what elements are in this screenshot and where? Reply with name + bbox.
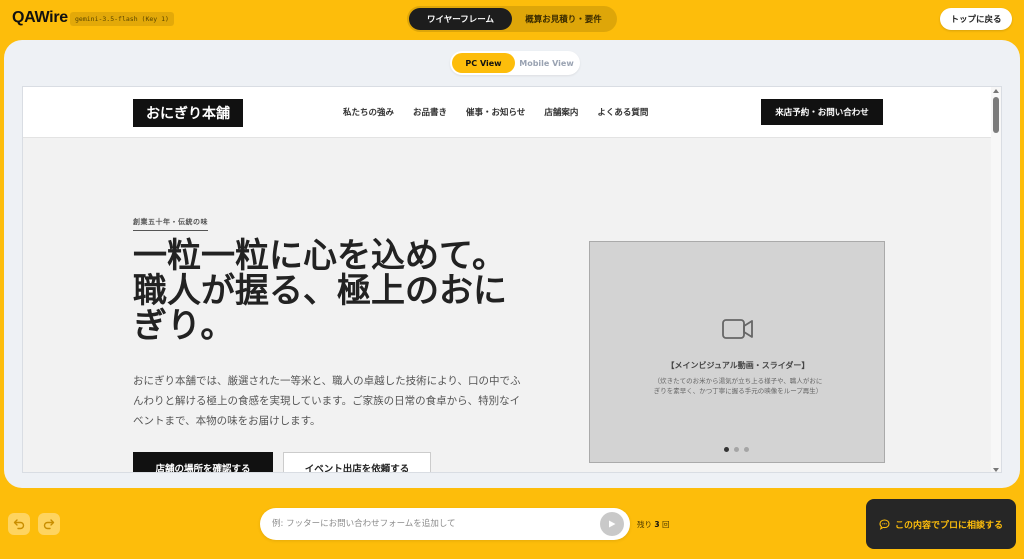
redo-button[interactable] <box>38 513 60 535</box>
send-button[interactable] <box>600 512 624 536</box>
scroll-up-icon[interactable] <box>993 89 999 93</box>
find-store-button[interactable]: 店舗の場所を確認する <box>133 452 273 472</box>
remaining-count: 残り 3 回 <box>637 519 670 530</box>
view-toggle: PC View Mobile View <box>450 51 580 75</box>
undo-button[interactable] <box>8 513 30 535</box>
chat-input[interactable] <box>272 508 592 540</box>
undo-icon <box>13 519 25 530</box>
headline-line: 職人が握る、極上のおに <box>133 271 507 311</box>
remaining-number: 3 <box>654 520 660 529</box>
video-camera-icon <box>722 319 753 339</box>
send-icon <box>609 520 616 528</box>
tab-wireframe[interactable]: ワイヤーフレーム <box>409 8 512 30</box>
lead-line: ベントまで、本物の味をお届けします。 <box>133 415 321 427</box>
slider-dot[interactable] <box>724 447 729 452</box>
media-desc-line: （炊きたてのお米から湯気が立ち上る様子や、職人がおに <box>653 377 823 385</box>
model-badge: gemini-3.5-flash (Key 1) <box>70 12 174 26</box>
headline-line: ぎり。 <box>133 306 235 346</box>
nav-item-events[interactable]: 催事・お知らせ <box>466 106 525 118</box>
app-logo[interactable]: QAWire <box>12 9 68 27</box>
tab-mobile-view[interactable]: Mobile View <box>515 53 578 73</box>
remaining-prefix: 残り <box>637 520 652 529</box>
scroll-down-icon[interactable] <box>993 468 999 472</box>
back-to-top-button[interactable]: トップに戻る <box>940 8 1012 30</box>
lead-line: おにぎり本舗では、厳選された一等米と、職人の卓越した技術により、口の中でふ <box>133 375 521 387</box>
hero-headline: 一粒一粒に心を込めて。 職人が握る、極上のおに ぎり。 <box>133 239 563 344</box>
mode-switch: ワイヤーフレーム 概算お見積り・要件 <box>407 6 617 32</box>
tab-estimate[interactable]: 概算お見積り・要件 <box>512 8 615 30</box>
lead-line: んわりと解ける極上の食感を実現しています。ご家族の日常の食卓から、特別なイ <box>133 395 521 407</box>
slider-dot[interactable] <box>744 447 749 452</box>
media-description: （炊きたてのお米から湯気が立ち上る様子や、職人がおに ぎりを素早く、かつ丁寧に握… <box>638 376 838 396</box>
nav-item-strengths[interactable]: 私たちの強み <box>343 106 394 118</box>
media-title: 【メインビジュアル動画・スライダー】 <box>666 361 810 370</box>
chat-box <box>260 508 630 540</box>
hero-lead: おにぎり本舗では、厳選された一等米と、職人の卓越した技術により、口の中でふ んわ… <box>133 371 563 431</box>
chat-bubble-icon <box>879 518 890 530</box>
tab-pc-view[interactable]: PC View <box>452 53 515 73</box>
media-desc-line: ぎりを素早く、かつ丁寧に握る手元の映像をループ再生） <box>653 387 823 395</box>
redo-icon <box>43 519 55 530</box>
headline-line: 一粒一粒に心を込めて。 <box>133 236 506 276</box>
reservation-button[interactable]: 来店予約・お問い合わせ <box>761 99 883 125</box>
wireframe-preview: おにぎり本舗 私たちの強み お品書き 催事・お知らせ 店舗案内 よくある質問 来… <box>22 86 1002 473</box>
consult-label: この内容でプロに相談する <box>894 520 1003 531</box>
hero-eyebrow: 創業五十年・伝統の味 <box>133 217 208 231</box>
nav-item-menu[interactable]: お品書き <box>413 106 447 118</box>
site-nav: 私たちの強み お品書き 催事・お知らせ 店舗案内 よくある質問 <box>343 106 648 118</box>
site-logo[interactable]: おにぎり本舗 <box>133 99 243 127</box>
request-event-button[interactable]: イベント出店を依頼する <box>283 452 431 472</box>
consult-pro-button[interactable]: この内容でプロに相談する <box>866 499 1016 549</box>
preview-scrollbar[interactable] <box>991 87 1001 472</box>
scroll-thumb[interactable] <box>993 97 999 133</box>
site-header: おにぎり本舗 私たちの強み お品書き 催事・お知らせ 店舗案内 よくある質問 来… <box>23 87 993 138</box>
preview-stage: PC View Mobile View おにぎり本舗 私たちの強み お品書き 催… <box>4 40 1020 488</box>
hero-media-placeholder: 【メインビジュアル動画・スライダー】 （炊きたてのお米から湯気が立ち上る様子や、… <box>589 241 885 463</box>
remaining-suffix: 回 <box>662 520 670 529</box>
nav-item-stores[interactable]: 店舗案内 <box>544 106 578 118</box>
slider-dot[interactable] <box>734 447 739 452</box>
nav-item-faq[interactable]: よくある質問 <box>597 106 648 118</box>
slider-dots <box>724 447 749 452</box>
